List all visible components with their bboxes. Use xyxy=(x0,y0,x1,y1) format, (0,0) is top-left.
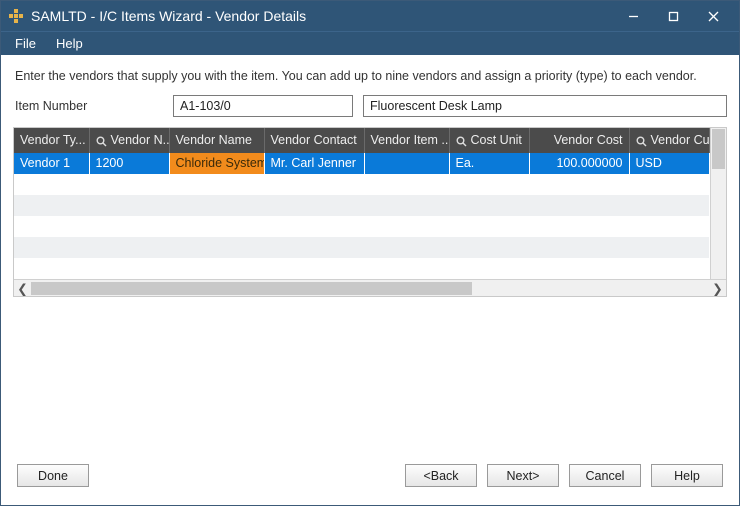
back-button[interactable]: <Back xyxy=(405,464,477,487)
table-row[interactable] xyxy=(14,237,709,258)
next-button[interactable]: Next> xyxy=(487,464,559,487)
table-row[interactable] xyxy=(14,258,709,279)
cancel-button[interactable]: Cancel xyxy=(569,464,641,487)
horizontal-scrollbar[interactable]: ❮ ❯ xyxy=(14,279,726,296)
scroll-right-icon[interactable]: ❯ xyxy=(709,280,726,297)
col-vendor-contact[interactable]: Vendor Contact xyxy=(264,128,364,153)
search-icon xyxy=(456,134,467,148)
table-row[interactable] xyxy=(14,174,709,195)
minimize-button[interactable] xyxy=(613,1,653,31)
vendor-table[interactable]: Vendor Ty... Vendor N... Vendor Name Ven… xyxy=(14,128,710,279)
item-number-field[interactable] xyxy=(173,95,353,117)
item-description-field[interactable] xyxy=(363,95,727,117)
col-vendor-type[interactable]: Vendor Ty... xyxy=(14,128,89,153)
button-bar: Done <Back Next> Cancel Help xyxy=(13,454,727,497)
cell-vendor-name[interactable]: Chloride Systems xyxy=(169,153,264,174)
window-title: SAMLTD - I/C Items Wizard - Vendor Detai… xyxy=(31,8,613,24)
cell-vendor-type[interactable]: Vendor 1 xyxy=(14,153,89,174)
col-vendor-cost[interactable]: Vendor Cost xyxy=(529,128,629,153)
table-row[interactable] xyxy=(14,216,709,237)
scrollbar-track[interactable] xyxy=(31,281,709,296)
close-button[interactable] xyxy=(693,1,733,31)
done-button[interactable]: Done xyxy=(17,464,89,487)
title-bar[interactable]: SAMLTD - I/C Items Wizard - Vendor Detai… xyxy=(1,1,739,31)
col-vendor-item[interactable]: Vendor Item ... xyxy=(364,128,449,153)
intro-text: Enter the vendors that supply you with t… xyxy=(13,65,727,93)
search-icon xyxy=(636,134,647,148)
search-icon xyxy=(96,134,107,148)
spacer xyxy=(99,464,395,487)
col-vendor-number[interactable]: Vendor N... xyxy=(89,128,169,153)
cell-vendor-cost[interactable]: 100.000000 xyxy=(529,153,629,174)
table-row[interactable] xyxy=(14,195,709,216)
col-vendor-currency[interactable]: Vendor Cu... xyxy=(629,128,709,153)
cell-vendor-item[interactable] xyxy=(364,153,449,174)
vertical-scrollbar[interactable] xyxy=(710,128,727,279)
window-controls xyxy=(613,1,733,31)
scrollbar-thumb[interactable] xyxy=(31,282,472,295)
col-cost-unit[interactable]: Cost Unit xyxy=(449,128,529,153)
cell-vendor-currency[interactable]: USD xyxy=(629,153,709,174)
spacer xyxy=(13,297,727,454)
cell-vendor-number[interactable]: 1200 xyxy=(89,153,169,174)
col-vendor-name[interactable]: Vendor Name xyxy=(169,128,264,153)
maximize-button[interactable] xyxy=(653,1,693,31)
vendor-grid: Vendor Ty... Vendor N... Vendor Name Ven… xyxy=(13,127,727,297)
menu-bar: File Help xyxy=(1,31,739,55)
cell-cost-unit[interactable]: Ea. xyxy=(449,153,529,174)
scrollbar-thumb[interactable] xyxy=(712,129,726,169)
menu-file[interactable]: File xyxy=(5,33,46,54)
content-area: Enter the vendors that supply you with t… xyxy=(1,55,739,505)
scroll-left-icon[interactable]: ❮ xyxy=(14,280,31,297)
app-icon xyxy=(9,9,23,23)
table-header-row: Vendor Ty... Vendor N... Vendor Name Ven… xyxy=(14,128,709,153)
help-button[interactable]: Help xyxy=(651,464,723,487)
item-number-row: Item Number xyxy=(13,93,727,125)
menu-help[interactable]: Help xyxy=(46,33,93,54)
item-number-label: Item Number xyxy=(13,99,163,113)
cell-vendor-contact[interactable]: Mr. Carl Jenner xyxy=(264,153,364,174)
wizard-window: SAMLTD - I/C Items Wizard - Vendor Detai… xyxy=(0,0,740,506)
table-row[interactable]: Vendor 1 1200 Chloride Systems Mr. Carl … xyxy=(14,153,709,174)
